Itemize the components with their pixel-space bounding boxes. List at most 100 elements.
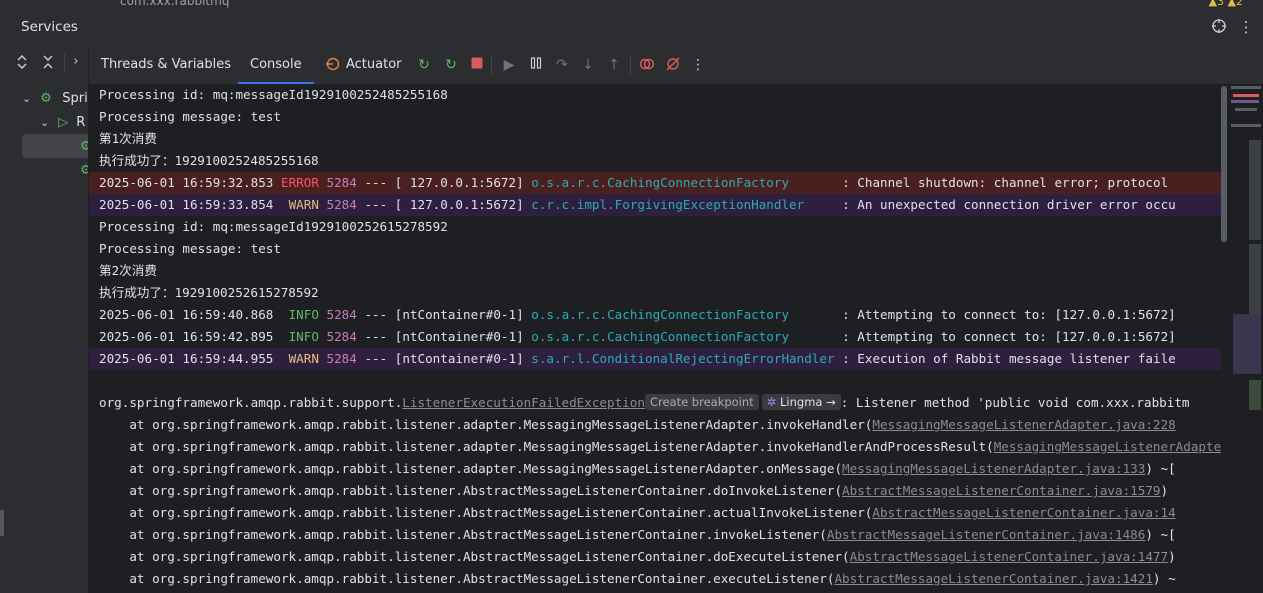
chevron-down-icon[interactable]: ⌄ xyxy=(22,89,36,109)
console-line: 执行成功了：1929100252485255168 xyxy=(99,153,319,168)
stop-icon[interactable] xyxy=(468,56,486,74)
stack-frame-method: at org.springframework.amqp.rabbit.liste… xyxy=(99,417,873,432)
stack-frame: at org.springframework.amqp.rabbit.liste… xyxy=(89,568,1221,590)
more-vert-icon[interactable]: ⋮ xyxy=(1237,18,1255,36)
source-link[interactable]: AbstractMessageListenerContainer.java:14… xyxy=(827,527,1145,542)
problems-indicator[interactable]: ▲3 ▲2 xyxy=(1209,0,1243,8)
log-thread: --- [ 127.0.0.1:5672] xyxy=(364,175,524,190)
services-header: Services ⋮ xyxy=(0,8,1263,46)
stack-frame: at org.springframework.amqp.rabbit.liste… xyxy=(89,480,1221,502)
console-line: Processing id: mq:messageId1929100252485… xyxy=(99,87,448,102)
log-message: : Attempting to connect to: [127.0.0.1:5… xyxy=(834,329,1176,344)
console-line: 第2次消费 xyxy=(99,263,157,278)
stack-frame: at org.springframework.amqp.rabbit.liste… xyxy=(89,436,1221,458)
source-link[interactable]: AbstractMessageListenerContainer.java:14… xyxy=(834,571,1152,586)
rerun-debug-icon[interactable]: ↻ xyxy=(442,56,460,74)
source-link[interactable]: MessagingMessageListenerAdapter.java:228 xyxy=(872,417,1175,432)
log-pid: 5284 xyxy=(326,329,357,344)
log-message: : Execution of Rabbit message listener f… xyxy=(834,351,1176,366)
log-thread: --- [ntContainer#0-1] xyxy=(364,329,524,344)
step-out-icon[interactable]: ↑ xyxy=(605,56,623,74)
more-icon[interactable]: ⋮ xyxy=(689,56,707,74)
log-message: : Attempting to connect to: [127.0.0.1:5… xyxy=(834,307,1176,322)
stack-frame-suffix: ) ~[ xyxy=(1145,461,1176,476)
source-link[interactable]: AbstractMessageListenerContainer.java:15… xyxy=(842,483,1160,498)
lingma-hint[interactable]: ✲ Lingma → xyxy=(761,394,841,410)
services-tree-panel: › ⌄ ⚙ Sprin ⌄ ▷ R ⚙ ⚙ xyxy=(0,46,89,593)
pause-icon[interactable] xyxy=(527,56,545,74)
error-stripe-minimap[interactable] xyxy=(1229,84,1263,593)
tree-item-app[interactable]: ⚙ xyxy=(80,137,88,157)
step-into-icon[interactable]: ↓ xyxy=(579,56,597,74)
log-pid: 5284 xyxy=(326,307,357,322)
exception-line: org.springframework.amqp.rabbit.support.… xyxy=(89,392,1221,414)
exception-class-link[interactable]: ListenerExecutionFailedException xyxy=(402,395,645,410)
stack-frame-suffix: ) xyxy=(1160,483,1169,498)
log-logger: c.r.c.impl.ForgivingExceptionHandler xyxy=(531,197,835,212)
stack-frame-method: at org.springframework.amqp.rabbit.liste… xyxy=(99,439,994,454)
log-thread: --- [ntContainer#0-1] xyxy=(364,307,524,322)
console-line: Processing message: test xyxy=(99,109,281,124)
tree-item-running[interactable]: ⌄ ▷ R xyxy=(40,113,85,133)
tree-item-spring-boot[interactable]: ⌄ ⚙ Sprin xyxy=(22,89,88,109)
actuator-icon[interactable] xyxy=(324,56,342,74)
panel-resize-handle[interactable] xyxy=(0,510,4,536)
tab-threads-variables[interactable]: Threads & Variables xyxy=(101,46,231,84)
stack-frame: at org.springframework.amqp.rabbit.liste… xyxy=(89,458,1221,480)
log-line-info: 2025-06-01 16:59:40.868 INFO 5284 --- [n… xyxy=(89,304,1221,326)
stack-frame: at org.springframework.amqp.rabbit.liste… xyxy=(89,414,1221,436)
crosshair-icon[interactable] xyxy=(1210,18,1228,36)
source-link[interactable]: MessagingMessageListenerAdapter.java:133 xyxy=(842,461,1145,476)
exception-message: : Listener method 'public void com.xxx.r… xyxy=(840,395,1190,410)
create-breakpoint-hint[interactable]: Create breakpoint xyxy=(644,394,759,410)
step-over-icon[interactable]: ↷ xyxy=(553,56,571,74)
console-toolbar: Threads & Variables Console Actuator ↻ ↻… xyxy=(89,46,1263,85)
toolbar-divider xyxy=(630,56,631,74)
spring-boot-icon: ⚙ xyxy=(40,91,52,106)
log-line-warn: 2025-06-01 16:59:33.854 WARN 5284 --- [ … xyxy=(89,194,1221,216)
log-level: WARN xyxy=(280,351,319,366)
log-logger: o.s.a.r.c.CachingConnectionFactory xyxy=(531,307,835,322)
tab-actuator[interactable]: Actuator xyxy=(346,46,402,84)
log-message: : An unexpected connection driver error … xyxy=(834,197,1176,212)
console-line: Processing id: mq:messageId1929100252615… xyxy=(99,219,448,234)
exception-package: org.springframework.amqp.rabbit.support. xyxy=(99,395,403,410)
tab-console[interactable]: Console xyxy=(238,46,314,84)
source-link[interactable]: MessagingMessageListenerAdapter xyxy=(994,439,1221,454)
stack-frame-suffix: ) ~ xyxy=(1152,571,1176,586)
stack-frame-method: at org.springframework.amqp.rabbit.liste… xyxy=(99,527,827,542)
log-logger: o.s.a.r.c.CachingConnectionFactory xyxy=(531,329,835,344)
log-line-info: 2025-06-01 16:59:42.895 INFO 5284 --- [n… xyxy=(89,326,1221,348)
log-line-error: 2025-06-01 16:59:32.853 ERROR 5284 --- [… xyxy=(89,172,1221,194)
log-timestamp: 2025-06-01 16:59:33.854 xyxy=(99,197,274,212)
toolbar-divider xyxy=(491,56,492,74)
run-icon: ▷ xyxy=(58,115,69,130)
resume-icon[interactable]: ▶ xyxy=(500,56,518,74)
console-line: Processing message: test xyxy=(99,241,281,256)
stack-frame: at org.springframework.amqp.rabbit.liste… xyxy=(89,524,1221,546)
console-output[interactable]: Processing id: mq:messageId1929100252485… xyxy=(89,84,1221,593)
source-link[interactable]: AbstractMessageListenerContainer.java:14 xyxy=(872,505,1175,520)
stack-frame-suffix: ) xyxy=(1168,549,1176,564)
log-pid: 5284 xyxy=(326,351,357,366)
chevron-down-icon[interactable]: ⌄ xyxy=(40,113,54,133)
spring-leaf-icon: ⚙ xyxy=(80,163,88,178)
console-scrollbar[interactable] xyxy=(1221,86,1227,242)
chevron-right-icon[interactable]: › xyxy=(68,54,84,70)
log-level: ERROR xyxy=(280,175,319,190)
stack-frame: at org.springframework.amqp.rabbit.liste… xyxy=(89,546,1221,568)
mute-breakpoints-icon[interactable] xyxy=(664,56,682,74)
expand-all-icon[interactable] xyxy=(14,54,30,70)
log-logger: o.s.a.r.c.CachingConnectionFactory xyxy=(531,175,835,190)
top-breadcrumb: com.xxx.rabbitmq xyxy=(120,0,230,8)
lingma-icon: ✲ xyxy=(766,395,780,409)
stack-frame-method: at org.springframework.amqp.rabbit.liste… xyxy=(99,505,873,520)
log-thread: --- [ 127.0.0.1:5672] xyxy=(364,197,524,212)
tree-item-label: Sprin xyxy=(62,91,88,106)
view-breakpoints-icon[interactable] xyxy=(638,56,656,74)
rerun-icon[interactable]: ↻ xyxy=(415,56,433,74)
source-link[interactable]: AbstractMessageListenerContainer.java:14… xyxy=(850,549,1168,564)
tree-item-app-2[interactable]: ⚙ xyxy=(80,161,88,181)
log-timestamp: 2025-06-01 16:59:40.868 xyxy=(99,307,274,322)
collapse-all-icon[interactable] xyxy=(40,54,56,70)
